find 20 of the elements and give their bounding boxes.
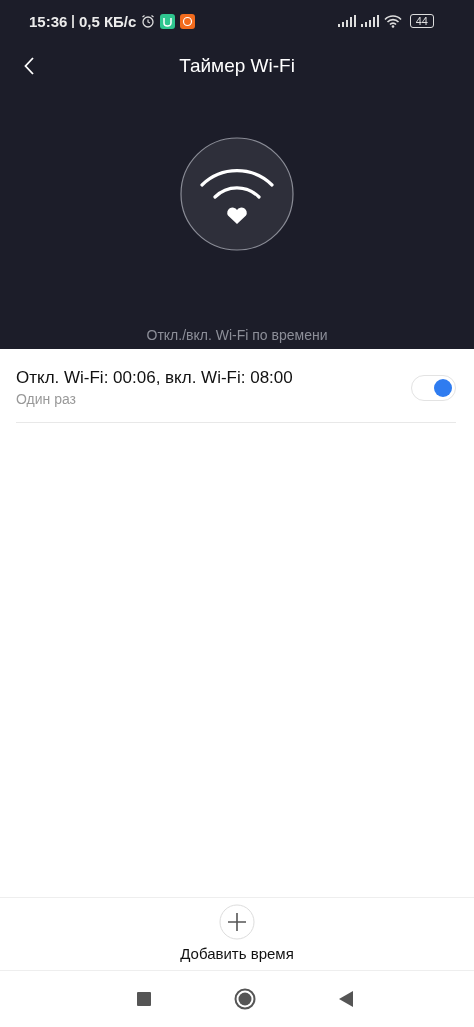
plus-icon: [219, 904, 255, 940]
page-title: Таймер Wi-Fi: [179, 55, 295, 77]
battery-indicator: 44: [409, 14, 434, 28]
home-icon[interactable]: [233, 988, 256, 1010]
toggle-switch[interactable]: [411, 374, 456, 401]
app-notification-icon: [180, 13, 196, 29]
status-time: 15:36: [29, 12, 68, 30]
wifi-icon: [383, 14, 402, 28]
back-icon[interactable]: [338, 991, 353, 1007]
signal-icon: [337, 15, 356, 27]
timer-repeat: Один раз: [16, 391, 77, 407]
app-notification-icon: [160, 13, 176, 29]
timer-title: Откл. Wi-Fi: 00:06, вкл. Wi-Fi: 08:00: [16, 368, 293, 388]
header-subtitle: Откл./вкл. Wi-Fi по времени: [146, 327, 328, 343]
alarm-icon: [141, 14, 156, 28]
back-icon[interactable]: [24, 57, 34, 75]
signal-icon: [360, 15, 379, 27]
add-time-button[interactable]: Добавить время: [180, 898, 294, 970]
recent-apps-icon[interactable]: [136, 992, 151, 1006]
network-speed: 0,5 КБ/с: [78, 12, 137, 30]
